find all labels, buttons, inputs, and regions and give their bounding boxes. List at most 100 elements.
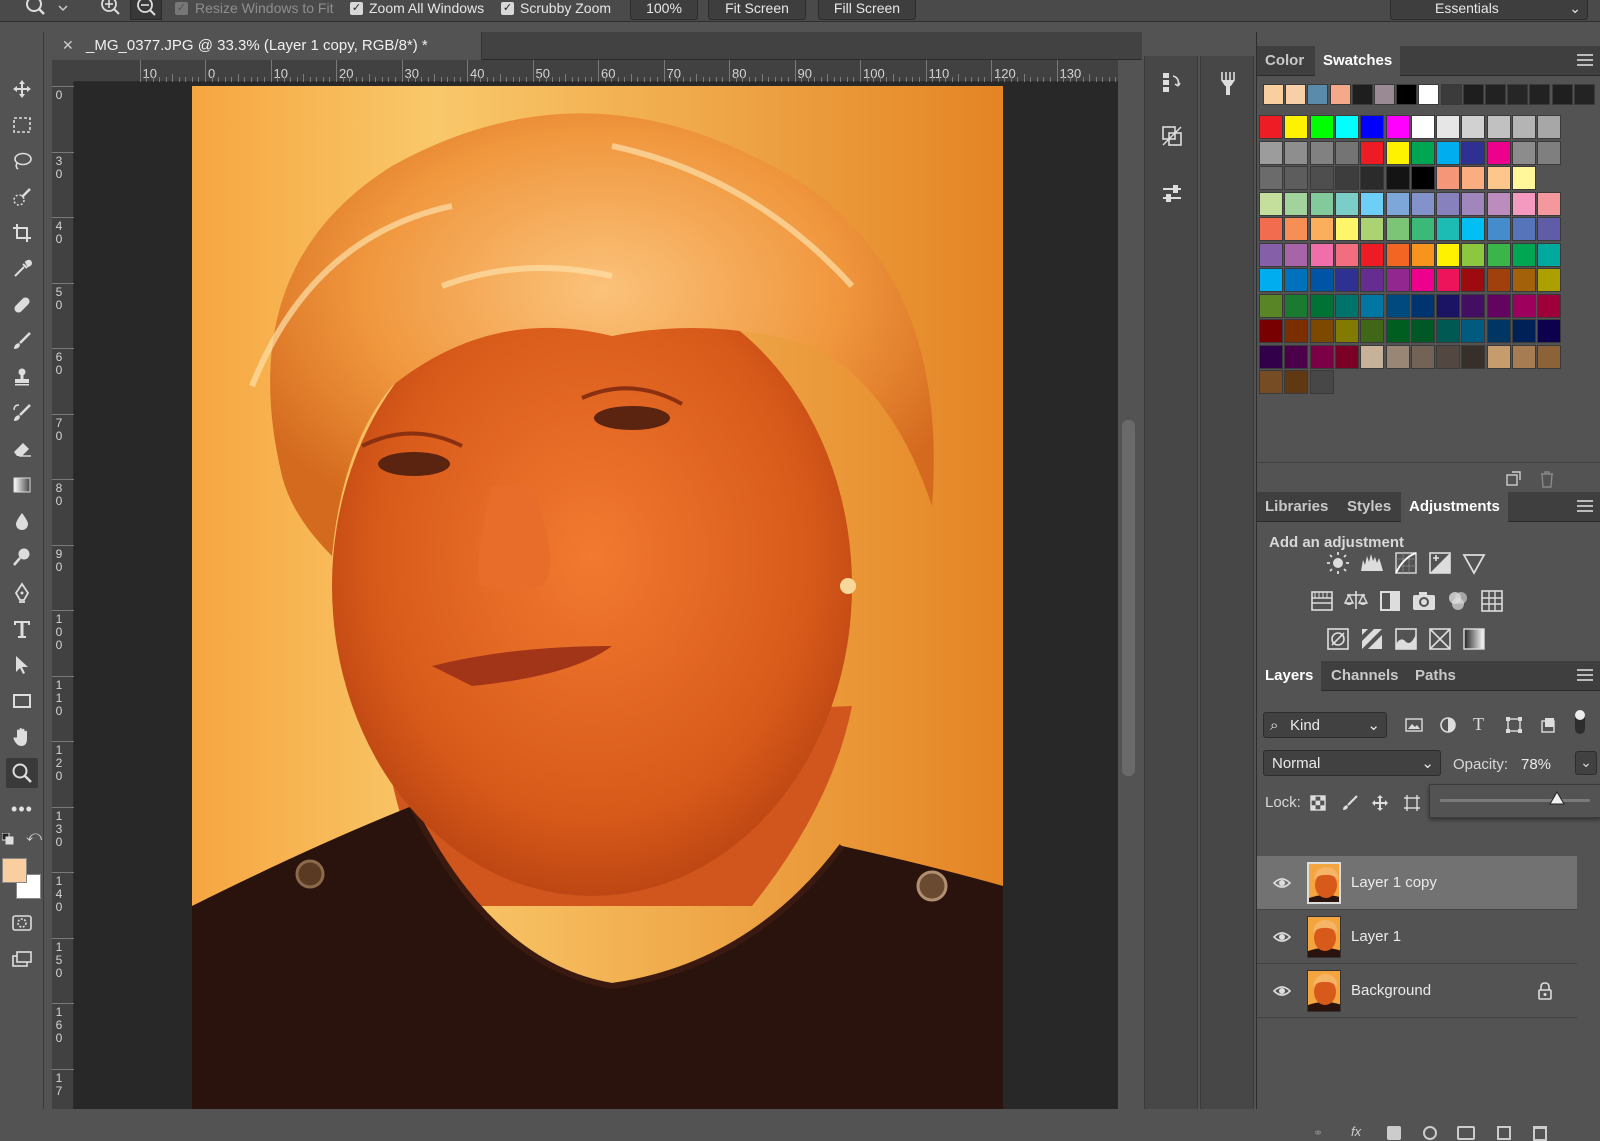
swatch[interactable] xyxy=(1512,191,1536,216)
swatch[interactable] xyxy=(1486,115,1511,139)
new-swatch-icon[interactable] xyxy=(1505,471,1521,487)
swatch[interactable] xyxy=(1284,217,1309,241)
hue-saturation-icon[interactable] xyxy=(1309,588,1335,614)
swatch[interactable] xyxy=(1360,268,1385,292)
swatch[interactable] xyxy=(1259,268,1283,292)
swatch[interactable] xyxy=(1334,319,1359,343)
swatch[interactable] xyxy=(1334,217,1359,241)
swatch[interactable] xyxy=(1461,140,1486,165)
edit-toolbar-button[interactable]: ••• xyxy=(6,794,38,824)
swatch[interactable] xyxy=(1512,293,1536,318)
swatch[interactable] xyxy=(1486,268,1511,292)
swatch[interactable] xyxy=(1309,268,1334,292)
pen-tool[interactable] xyxy=(6,578,38,608)
swatch[interactable] xyxy=(1461,344,1486,369)
swatch[interactable] xyxy=(1486,242,1511,267)
tab-swatches[interactable]: Swatches xyxy=(1315,46,1401,76)
swatch[interactable] xyxy=(1436,293,1461,318)
swatch[interactable] xyxy=(1284,293,1309,318)
swatch[interactable] xyxy=(1537,191,1562,216)
trash-icon[interactable] xyxy=(1539,470,1555,488)
swatch[interactable] xyxy=(1259,191,1283,216)
clone-stamp-tool[interactable] xyxy=(6,362,38,392)
link-layers-icon[interactable]: ⚭ xyxy=(1313,1126,1323,1140)
swatch[interactable] xyxy=(1309,370,1334,394)
crop-tool[interactable] xyxy=(6,218,38,248)
gradient-tool[interactable] xyxy=(6,470,38,500)
swatch[interactable] xyxy=(1461,293,1486,318)
swap-colors-icon[interactable]: ⤺ xyxy=(26,828,42,845)
brightness-contrast-icon[interactable] xyxy=(1325,550,1351,576)
swatch[interactable] xyxy=(1537,344,1562,369)
swatch[interactable] xyxy=(1259,344,1283,369)
threshold-icon[interactable] xyxy=(1393,626,1419,652)
swatch[interactable] xyxy=(1360,242,1385,267)
recent-swatch[interactable] xyxy=(1573,84,1595,105)
swatch[interactable] xyxy=(1309,140,1334,165)
opacity-slider-thumb[interactable] xyxy=(1549,791,1565,805)
blur-tool[interactable] xyxy=(6,506,38,536)
layer-row[interactable]: Layer 1 copy xyxy=(1257,856,1577,910)
swatch[interactable] xyxy=(1309,191,1334,216)
recent-swatch[interactable] xyxy=(1396,84,1418,105)
visibility-eye-icon[interactable] xyxy=(1272,874,1292,892)
layer-thumbnail[interactable] xyxy=(1307,916,1341,958)
fit-screen-button[interactable]: Fit Screen xyxy=(708,0,806,20)
recent-swatch[interactable] xyxy=(1263,84,1284,105)
vertical-scrollbar-thumb[interactable] xyxy=(1122,420,1135,776)
pixel-layer-filter-icon[interactable] xyxy=(1405,716,1423,734)
swatch[interactable] xyxy=(1309,344,1334,369)
levels-icon[interactable] xyxy=(1359,550,1385,576)
swatch[interactable] xyxy=(1385,191,1410,216)
swatch[interactable] xyxy=(1284,115,1309,139)
swatch[interactable] xyxy=(1461,166,1486,190)
swatch[interactable] xyxy=(1512,166,1536,190)
lock-position-icon[interactable] xyxy=(1371,794,1389,812)
quick-mask-button[interactable] xyxy=(6,908,38,938)
swatch[interactable] xyxy=(1461,268,1486,292)
tab-styles[interactable]: Styles xyxy=(1339,492,1399,522)
swatch[interactable] xyxy=(1284,166,1309,190)
color-balance-icon[interactable] xyxy=(1343,588,1369,614)
clone-source-icon[interactable] xyxy=(1160,124,1184,148)
swatch[interactable] xyxy=(1410,166,1435,190)
ruler-origin[interactable] xyxy=(52,60,74,82)
swatch[interactable] xyxy=(1486,293,1511,318)
type-tool[interactable] xyxy=(6,614,38,644)
swatch[interactable] xyxy=(1537,242,1562,267)
swatch[interactable] xyxy=(1334,268,1359,292)
swatch[interactable] xyxy=(1461,319,1486,343)
swatch[interactable] xyxy=(1259,140,1283,165)
swatch[interactable] xyxy=(1436,344,1461,369)
swatch[interactable] xyxy=(1512,242,1536,267)
recent-swatch[interactable] xyxy=(1374,84,1395,105)
tab-paths[interactable]: Paths xyxy=(1407,661,1464,691)
zoom-all-windows-checkbox[interactable]: ✓ xyxy=(350,2,363,15)
swatch[interactable] xyxy=(1410,268,1435,292)
swatch[interactable] xyxy=(1486,217,1511,241)
swatch[interactable] xyxy=(1512,217,1536,241)
posterize-icon[interactable] xyxy=(1359,626,1385,652)
swatch[interactable] xyxy=(1537,140,1562,165)
swatch[interactable] xyxy=(1284,319,1309,343)
swatch[interactable] xyxy=(1334,293,1359,318)
filter-toggle-switch[interactable] xyxy=(1575,710,1585,734)
swatch[interactable] xyxy=(1259,217,1283,241)
swatch[interactable] xyxy=(1512,268,1536,292)
swatch[interactable] xyxy=(1410,191,1435,216)
adjustment-layer-filter-icon[interactable] xyxy=(1439,716,1457,734)
swatch[interactable] xyxy=(1436,115,1461,139)
tab-adjustments[interactable]: Adjustments xyxy=(1401,492,1508,522)
swatch[interactable] xyxy=(1360,191,1385,216)
visibility-eye-icon[interactable] xyxy=(1272,982,1292,1000)
swatch[interactable] xyxy=(1436,166,1461,190)
panel-menu-icon[interactable] xyxy=(1577,500,1593,512)
black-white-icon[interactable] xyxy=(1377,588,1403,614)
swatch[interactable] xyxy=(1436,242,1461,267)
new-group-icon[interactable] xyxy=(1457,1126,1475,1140)
panel-menu-icon[interactable] xyxy=(1577,54,1593,66)
swatch[interactable] xyxy=(1410,344,1435,369)
swatch[interactable] xyxy=(1410,217,1435,241)
shape-layer-filter-icon[interactable] xyxy=(1505,716,1523,734)
zoom-out-icon[interactable] xyxy=(130,0,162,20)
